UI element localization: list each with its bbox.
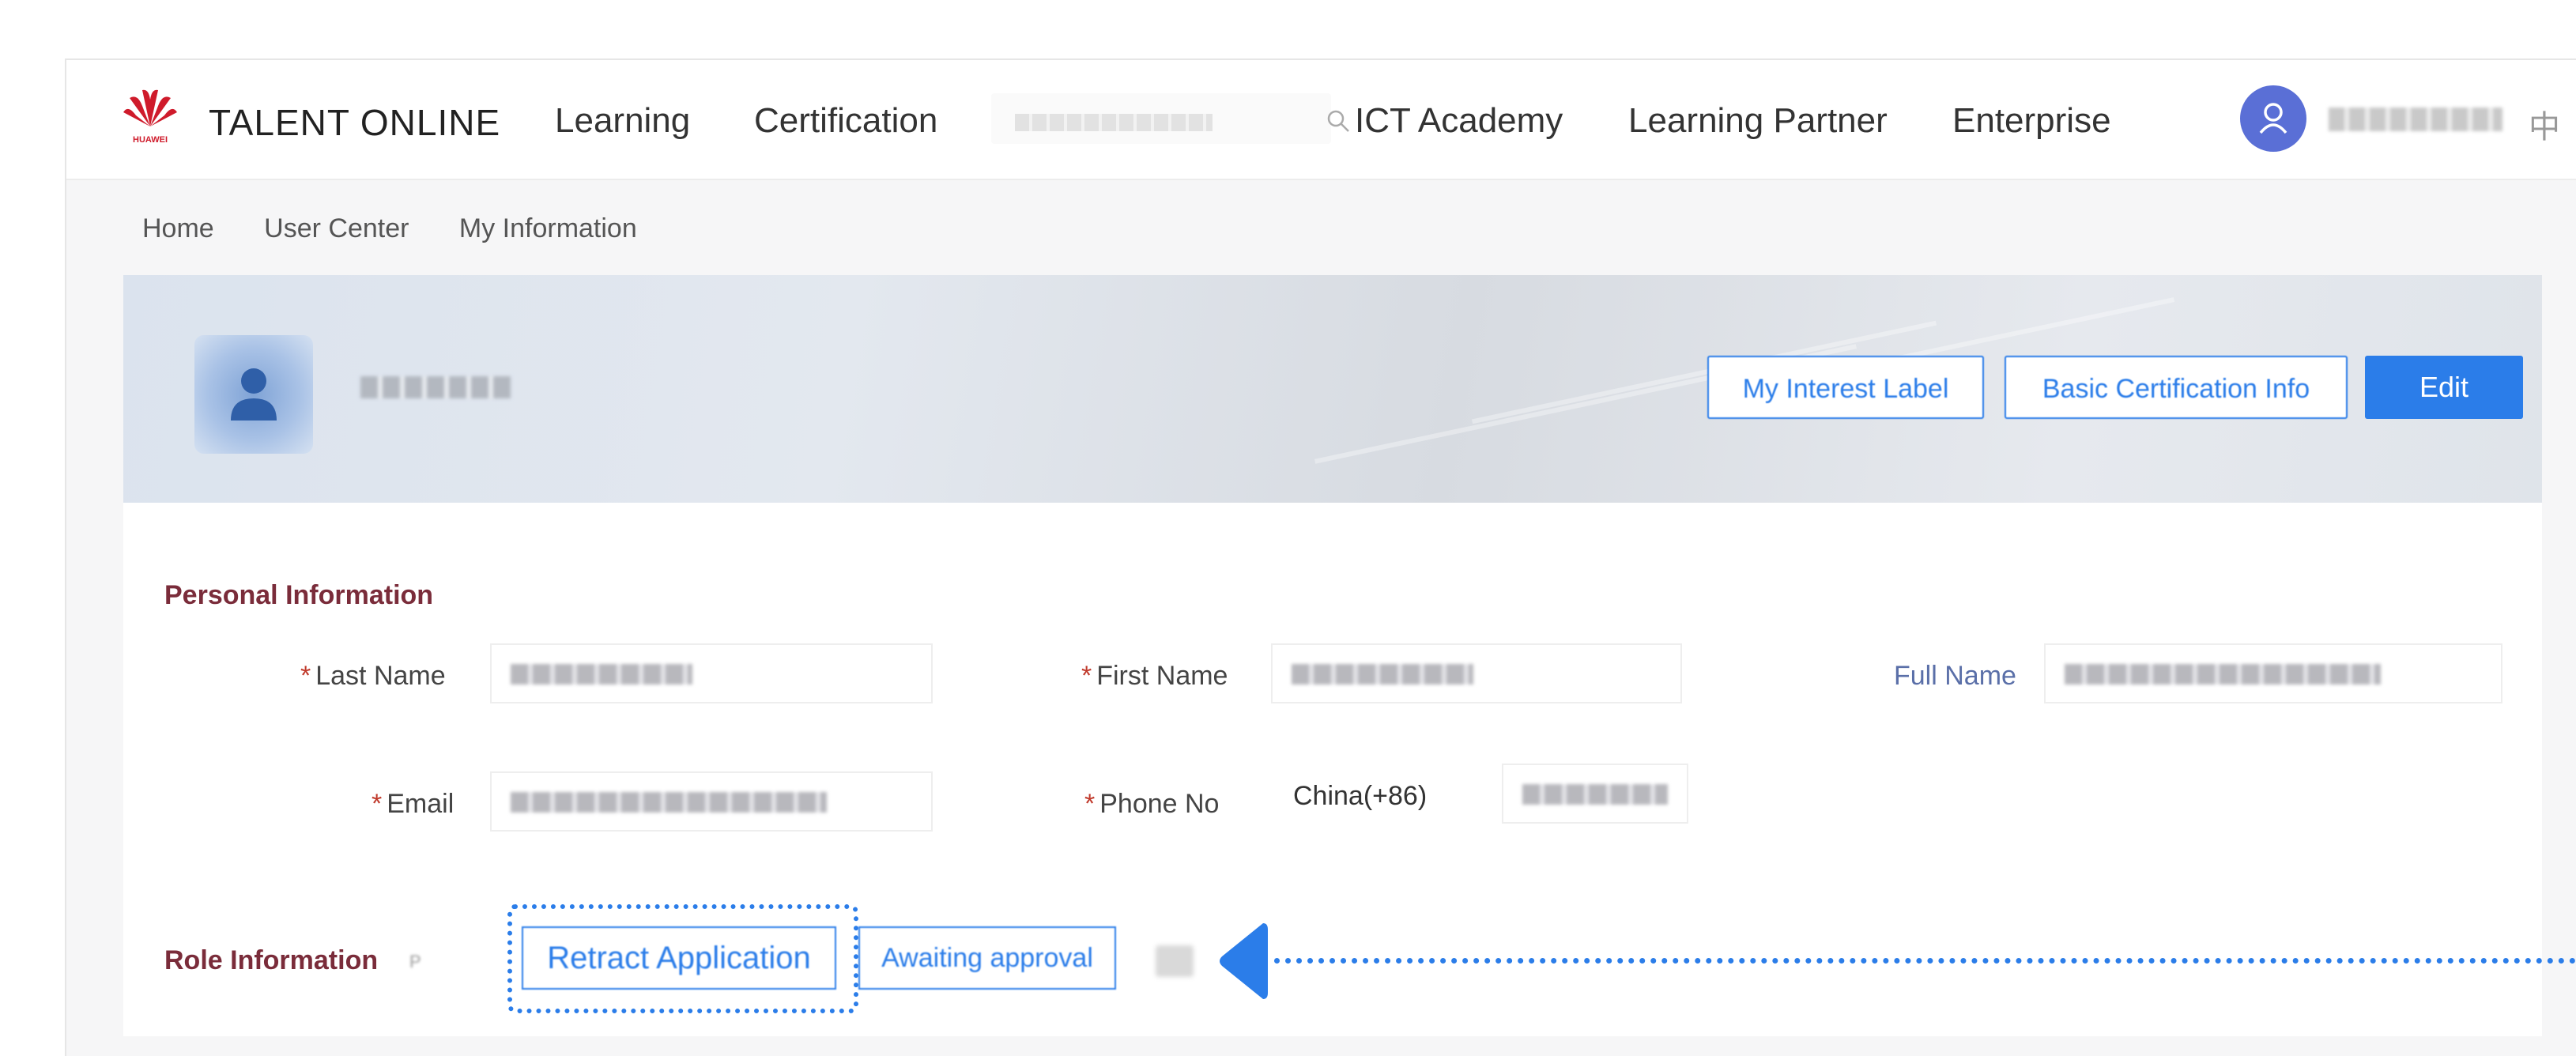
role-status-blurred: P xyxy=(409,952,421,971)
first-name-blurred-value xyxy=(1292,664,1473,685)
phone-country-code-select[interactable]: China(+86) xyxy=(1293,781,1427,812)
breadcrumb: Home User Center My Information xyxy=(142,213,680,244)
last-name-blurred-value xyxy=(511,664,692,685)
retract-application-button[interactable]: Retract Application xyxy=(522,926,836,990)
brand-title[interactable]: TALENT ONLINE xyxy=(209,101,500,144)
profile-avatar[interactable] xyxy=(194,335,313,454)
last-name-field[interactable] xyxy=(490,643,933,703)
breadcrumb-my-information: My Information xyxy=(458,213,637,243)
avatar[interactable] xyxy=(2240,85,2306,152)
last-name-label: * Last Name xyxy=(300,661,446,691)
blurred-element xyxy=(1156,945,1194,977)
search-icon[interactable] xyxy=(1323,106,1355,138)
profile-name-blurred xyxy=(360,376,511,398)
top-navigation-bar: HUAWEI TALENT ONLINE Learning Certificat… xyxy=(66,60,2576,180)
interest-label-button[interactable]: My Interest Label xyxy=(1707,356,1984,419)
email-field[interactable] xyxy=(490,771,933,832)
first-name-field[interactable] xyxy=(1271,643,1682,703)
language-chinese-link[interactable]: 中 xyxy=(2529,101,2560,147)
breadcrumb-user-center[interactable]: User Center xyxy=(264,213,409,243)
personal-information-title: Personal Information xyxy=(164,580,434,610)
first-name-label: * First Name xyxy=(1081,661,1228,691)
breadcrumb-home[interactable]: Home xyxy=(142,213,214,243)
person-icon xyxy=(231,368,277,421)
information-card xyxy=(123,503,2542,1036)
username-blurred[interactable] xyxy=(2329,107,2502,131)
basic-certification-info-button[interactable]: Basic Certification Info xyxy=(2005,356,2348,419)
nav-enterprise[interactable]: Enterprise xyxy=(1952,101,2111,141)
phone-label: * Phone No xyxy=(1084,789,1220,819)
full-name-label: Full Name xyxy=(1894,661,2016,691)
nav-ict-academy[interactable]: ICT Academy xyxy=(1355,101,1563,141)
awaiting-approval-button[interactable]: Awaiting approval xyxy=(858,926,1116,990)
search-placeholder-blur xyxy=(1015,114,1213,131)
full-name-blurred-value xyxy=(2065,664,2381,685)
nav-certification[interactable]: Certification xyxy=(754,101,937,141)
pointer-dotted-line xyxy=(1274,958,2576,964)
email-blurred-value xyxy=(511,792,827,813)
user-icon xyxy=(2259,103,2287,134)
huawei-logo-icon[interactable]: HUAWEI xyxy=(119,84,182,147)
phone-number-field[interactable] xyxy=(1502,764,1688,824)
role-information-title: Role Information xyxy=(164,945,379,975)
pointer-arrow-icon xyxy=(1220,923,1268,999)
profile-banner: My Interest Label Basic Certification In… xyxy=(123,275,2542,503)
edit-button[interactable]: Edit xyxy=(2365,356,2523,419)
full-name-field[interactable] xyxy=(2044,643,2502,703)
svg-text:HUAWEI: HUAWEI xyxy=(133,135,168,145)
phone-blurred-value xyxy=(1522,784,1668,805)
nav-learning[interactable]: Learning xyxy=(555,101,690,141)
email-label: * Email xyxy=(372,789,454,819)
nav-learning-partner[interactable]: Learning Partner xyxy=(1628,101,1888,141)
